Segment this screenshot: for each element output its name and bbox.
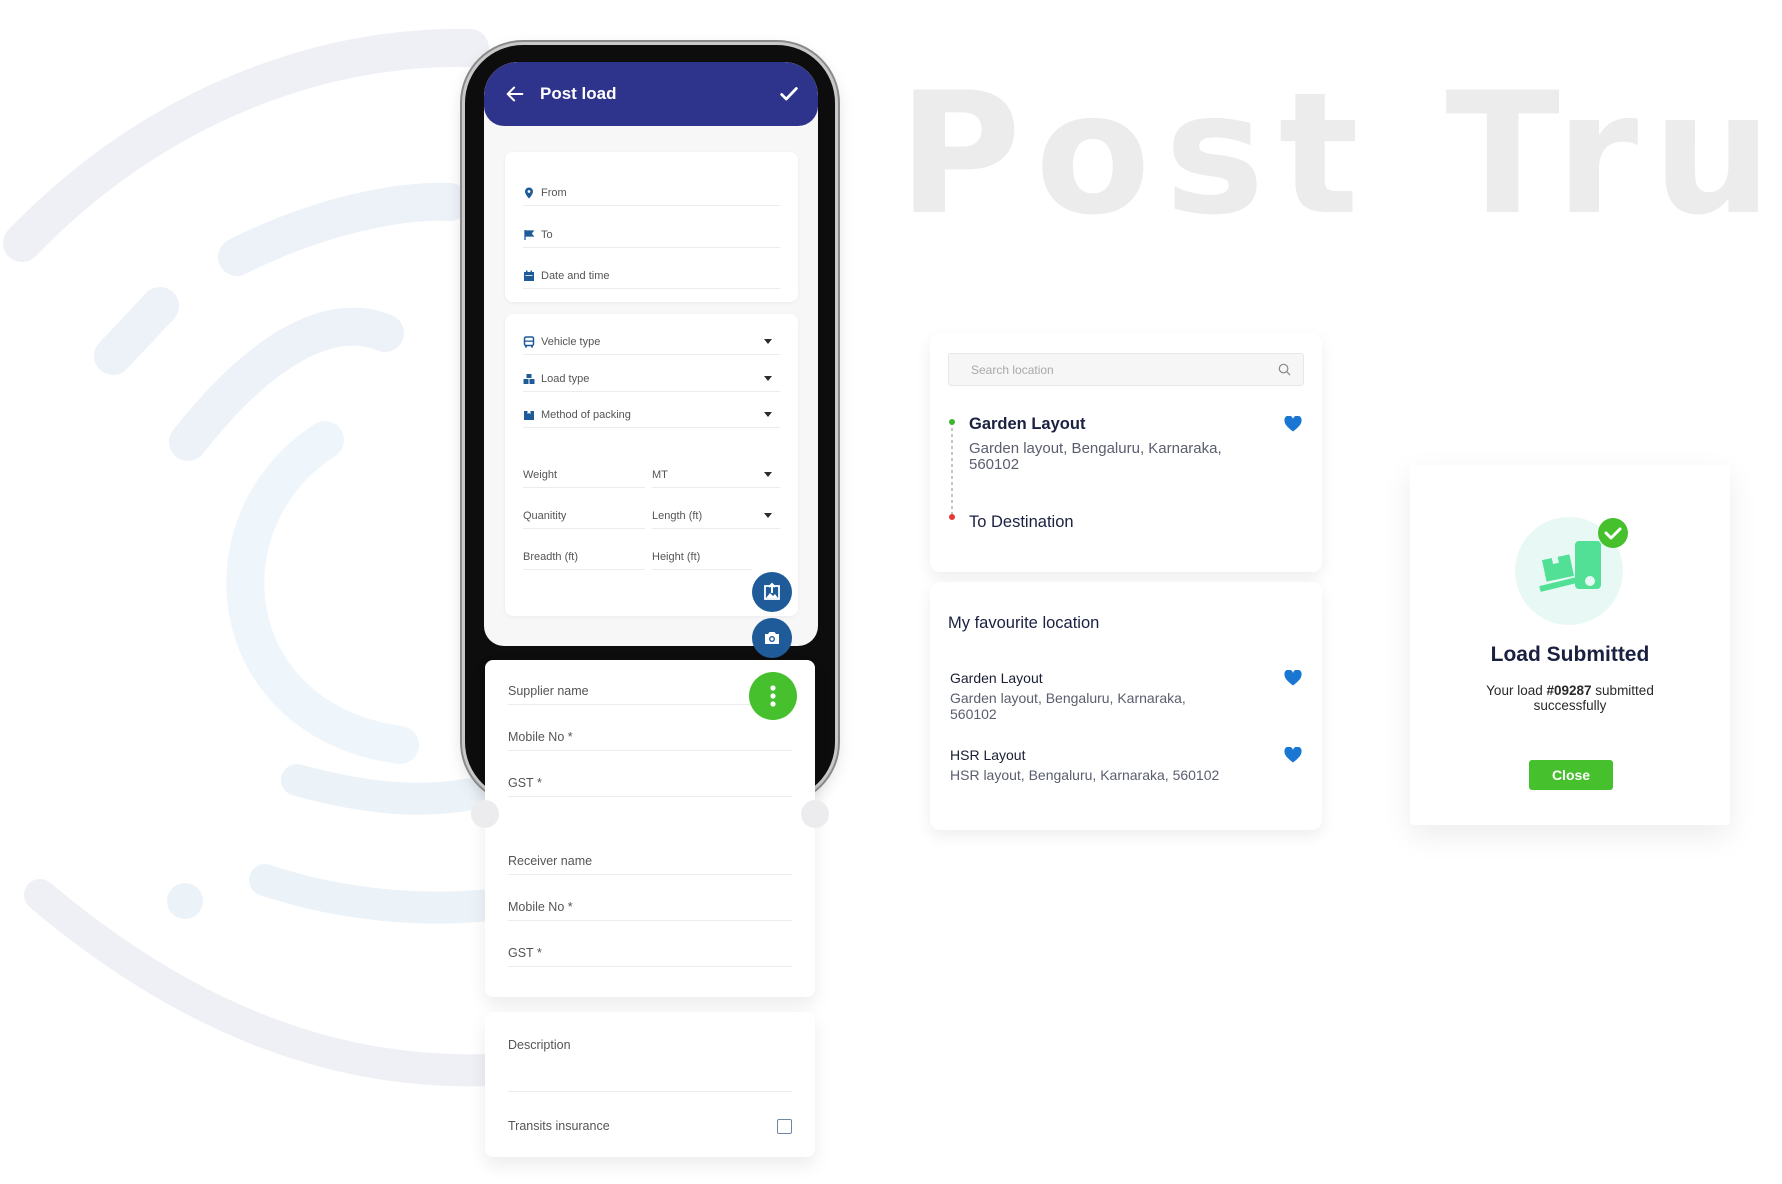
chevron-down-icon [764, 513, 772, 518]
breadth-input[interactable]: Breadth (ft) [523, 544, 645, 570]
receiver-mobile-label: Mobile No * [508, 899, 573, 914]
search-location-panel: Garden Layout Garden layout, Bengaluru, … [930, 333, 1322, 572]
search-location-field[interactable] [948, 353, 1304, 386]
load-id: #09287 [1546, 683, 1592, 698]
app-header: Post load [484, 62, 818, 126]
receiver-gst-input[interactable]: GST * [508, 939, 792, 967]
quantity-input[interactable]: Quanitity [523, 503, 645, 529]
phone-screen: Post load From To Date and time Vehicle … [484, 62, 818, 646]
heart-icon[interactable] [1284, 416, 1302, 432]
ticket-notch-right [801, 800, 829, 828]
insurance-label: Transits insurance [508, 1119, 610, 1133]
supplier-name-label: Supplier name [508, 683, 589, 698]
description-input[interactable]: Description [508, 1030, 792, 1092]
weight-label: Weight [523, 468, 558, 481]
route-card: From To Date and time [505, 152, 798, 302]
receiver-name-input[interactable]: Receiver name [508, 847, 792, 875]
supplier-gst-label: GST * [508, 775, 542, 790]
packing-method-label: Method of packing [541, 408, 631, 421]
route-start-dot [949, 419, 955, 425]
map-pin-icon [525, 187, 533, 198]
date-time-label: Date and time [541, 269, 610, 282]
length-label: Length (ft) [652, 509, 703, 522]
chevron-down-icon [764, 339, 772, 344]
image-upload-icon [764, 582, 780, 600]
boxes-icon [523, 373, 535, 384]
description-card: Description Transits insurance [485, 1012, 815, 1157]
quantity-label: Quanitity [523, 509, 567, 522]
upload-image-button[interactable] [752, 572, 792, 612]
weight-unit-dropdown[interactable]: MT [652, 462, 780, 488]
favourite-item[interactable]: HSR Layout HSR layout, Bengaluru, Karnar… [950, 747, 1310, 787]
heart-icon[interactable] [1284, 747, 1302, 763]
search-location-input[interactable] [971, 362, 1278, 377]
camera-button[interactable] [752, 618, 792, 658]
flag-icon [524, 229, 535, 240]
favourites-title: My favourite location [948, 614, 1100, 632]
ticket-notch-left [471, 800, 499, 828]
to-label: To [541, 228, 553, 241]
load-details-card: Vehicle type Load type Method of packing… [505, 314, 798, 616]
supplier-mobile-label: Mobile No * [508, 729, 573, 744]
height-input[interactable]: Height (ft) [652, 544, 752, 570]
close-button[interactable]: Close [1529, 760, 1613, 790]
description-label: Description [508, 1038, 571, 1052]
favourite-address: Garden layout, Bengaluru, Karnaraka, 560… [950, 690, 1186, 722]
heart-icon[interactable] [1284, 670, 1302, 686]
truck-icon [523, 335, 535, 347]
hero-title: Post Truck [898, 56, 1782, 252]
chevron-down-icon [764, 472, 772, 477]
favourite-address: HSR layout, Bengaluru, Karnaraka, 560102 [950, 767, 1220, 783]
length-dropdown[interactable]: Length (ft) [652, 503, 780, 529]
package-icon [524, 410, 534, 420]
search-icon[interactable] [1278, 363, 1291, 376]
receiver-name-label: Receiver name [508, 853, 593, 868]
dialog-title: Load Submitted [1490, 643, 1650, 666]
load-submitted-dialog: Load Submitted Your load #09287 submitte… [1410, 465, 1730, 825]
page-title: Post load [540, 84, 617, 103]
height-label: Height (ft) [652, 550, 701, 563]
vehicle-type-label: Vehicle type [541, 335, 601, 348]
weight-unit-value: MT [652, 468, 668, 481]
route-end-dot [949, 514, 955, 520]
check-icon[interactable] [778, 83, 800, 105]
from-label: From [541, 186, 567, 199]
from-field[interactable]: From [523, 180, 780, 206]
chevron-down-icon [764, 376, 772, 381]
breadth-label: Breadth (ft) [523, 550, 579, 563]
load-type-dropdown[interactable]: Load type [523, 366, 780, 392]
load-delivered-illustration [1515, 517, 1628, 625]
packing-method-dropdown[interactable]: Method of packing [523, 402, 780, 428]
receiver-mobile-input[interactable]: Mobile No * [508, 893, 792, 921]
vehicle-type-dropdown[interactable]: Vehicle type [523, 329, 780, 355]
weight-input[interactable]: Weight [523, 462, 645, 488]
insurance-row: Transits insurance [508, 1112, 792, 1140]
more-vertical-icon [770, 685, 776, 707]
supplier-mobile-input[interactable]: Mobile No * [508, 723, 792, 751]
camera-icon [765, 632, 779, 644]
receiver-gst-label: GST * [508, 945, 542, 960]
supplier-gst-input[interactable]: GST * [508, 769, 792, 797]
to-field[interactable]: To [523, 222, 780, 248]
favourite-locations-panel: My favourite location Garden Layout Gard… [930, 582, 1322, 830]
origin-address: Garden layout, Bengaluru, Karnaraka, 560… [969, 440, 1222, 473]
insurance-checkbox[interactable] [777, 1118, 792, 1134]
message-prefix: Your load [1486, 683, 1547, 698]
arrow-left-icon[interactable] [504, 83, 526, 105]
favourite-name: HSR Layout [950, 747, 1026, 763]
dialog-message: Your load #09287 submitted successfully [1470, 683, 1670, 713]
origin-name: Garden Layout [969, 415, 1086, 433]
favourite-name: Garden Layout [950, 670, 1043, 686]
route-line [949, 419, 955, 520]
destination-label[interactable]: To Destination [969, 513, 1074, 532]
chevron-down-icon [764, 412, 772, 417]
date-time-field[interactable]: Date and time [523, 263, 780, 289]
calendar-icon [524, 270, 534, 281]
more-options-button[interactable] [749, 672, 797, 720]
favourite-item[interactable]: Garden Layout Garden layout, Bengaluru, … [950, 670, 1310, 730]
load-type-label: Load type [541, 372, 590, 385]
